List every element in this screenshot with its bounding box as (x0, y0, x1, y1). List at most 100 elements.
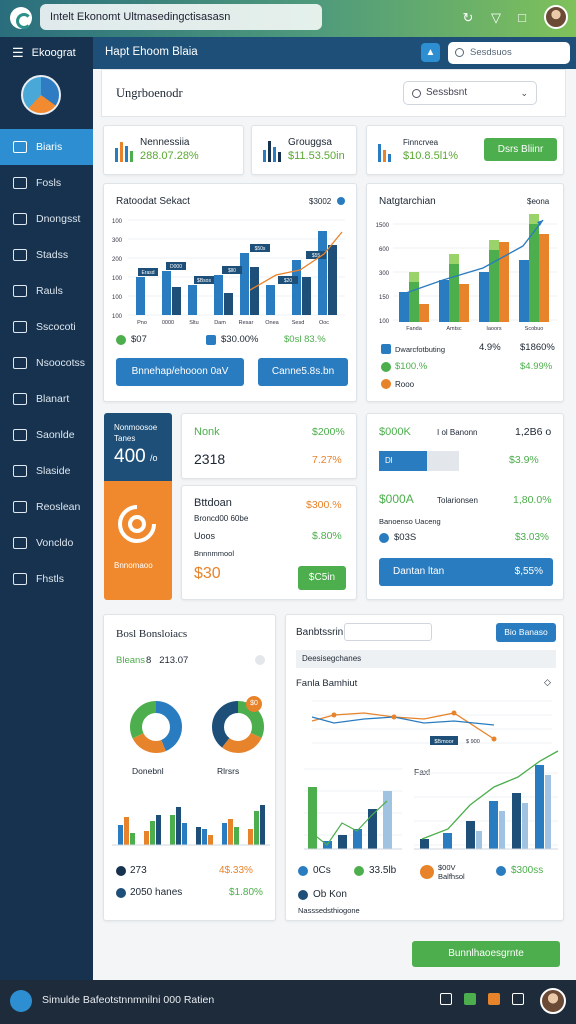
sidebar-item-label: Saonlde (36, 429, 75, 441)
mini-bar-chart (112, 805, 270, 846)
refresh-icon[interactable]: ↻ (460, 10, 476, 26)
x-tick-label: Iaoors (486, 326, 502, 332)
app-logo-icon[interactable] (10, 7, 32, 29)
stat-dot-icon (354, 866, 364, 876)
summary-value: 1,2B6 o (515, 426, 552, 438)
analytics-search-input[interactable] (344, 623, 432, 641)
bar (224, 293, 233, 315)
analytics-section-title: Fanla Bamhiut (296, 678, 358, 689)
bar (420, 839, 429, 849)
revenue-primary-button[interactable]: Bnnehap/ehooon 0aV (116, 358, 244, 386)
promo-tile[interactable]: Nonmoosoe Tanes 400 /o Bnnomaoo (104, 413, 172, 600)
metric-row2-pct2: $.80% (312, 530, 342, 542)
x-tick-label: Amtsc (446, 326, 462, 332)
app-logo-icon[interactable] (10, 990, 32, 1012)
mini-bar (118, 825, 123, 845)
sidebar-item-8[interactable]: Saonlde (0, 417, 93, 453)
y-tick-label: 150 (379, 295, 390, 301)
home-icon[interactable] (440, 993, 452, 1005)
bar (512, 793, 521, 849)
bar (409, 282, 419, 322)
sidebar-item-2[interactable]: Dnongsst (0, 201, 93, 237)
bookmark-button[interactable]: ▲ (421, 43, 440, 62)
mini-bar (150, 821, 155, 845)
user-avatar[interactable] (540, 988, 566, 1014)
analytics-button[interactable]: Bio Banaso (496, 623, 556, 642)
sidebar-item-10[interactable]: Reoslean (0, 489, 93, 525)
revenue-stat-2: $30.00% (221, 334, 259, 345)
bar (466, 821, 475, 849)
nav-icon (13, 141, 27, 153)
settings-icon[interactable]: ◇ (544, 677, 551, 688)
sidebar-item-11[interactable]: Voncldo (0, 525, 93, 561)
y-tick-label: 300 (112, 238, 123, 244)
sidebar-title: Ekoograt (31, 47, 76, 59)
sidebar-item-4[interactable]: Rauls (0, 273, 93, 309)
data-label: Erasd (141, 270, 154, 276)
distribution-stat-2: 2050 hanes (130, 887, 183, 898)
collapse-icon[interactable] (255, 655, 265, 665)
x-tick-label: Pno (137, 320, 147, 324)
window-icon[interactable] (512, 993, 524, 1005)
revenue-secondary-button[interactable]: Canne5.8s.bn (258, 358, 348, 386)
menu-icon[interactable]: ☰ (12, 45, 24, 61)
kpi-action-button[interactable]: Dsrs Bliinr (484, 138, 557, 161)
data-label: $ll0 (228, 268, 236, 274)
sidebar-item-3[interactable]: Stadss (0, 237, 93, 273)
data-label: $50s (255, 246, 266, 252)
app-orange-icon[interactable] (488, 993, 500, 1005)
kpi-card-1[interactable]: Nennessiia 288.07.28% (103, 125, 244, 175)
bottom-action-button[interactable]: Bunnlhaoesgrnte (412, 941, 560, 967)
summary-action-button[interactable]: Dantan ltan $,55% (379, 558, 553, 586)
page-search-select[interactable]: Sessbsnt ⌄ (403, 81, 537, 105)
sidebar-item-7[interactable]: Blanart (0, 381, 93, 417)
sidebar-item-6[interactable]: Nsoocotss (0, 345, 93, 381)
taskbar: Simulde Bafeotstnnmnilni 000 Ratien (0, 980, 576, 1024)
distribution-title: Bosl Bonsloiacs (116, 628, 188, 640)
kpi-card-2[interactable]: Grouggsa $11.53.50in (251, 125, 357, 175)
metric-row-card-1[interactable]: Nonk $200% 2318 7.27% (181, 413, 357, 479)
revenue-stat-1: $07 (131, 334, 147, 345)
analytics-filter-bar[interactable]: Deesisegchanes (296, 650, 556, 668)
donut-1-label: Donebnl (132, 766, 164, 776)
app-green-icon[interactable] (464, 993, 476, 1005)
x-tick-label: Dam (214, 320, 226, 324)
metric-row2-sub: Broncd00 60be (194, 514, 249, 523)
bar (519, 260, 529, 322)
shield-icon[interactable]: ▽ (488, 10, 504, 26)
info-icon[interactable] (337, 197, 345, 205)
user-avatar[interactable] (544, 5, 568, 29)
address-bar[interactable]: Intelt Ekonomt Ultmasedingctisasasn (40, 4, 322, 30)
promo-bottom: Bnnomaoo (104, 481, 172, 600)
sidebar-header: ☰ Ekoograt (0, 37, 93, 69)
kpi-card-3[interactable]: Finncrvea $10.8.5l1% Dsrs Bliinr (366, 125, 564, 175)
y-tick-label: 100 (112, 314, 123, 320)
sidebar-item-1[interactable]: Fosls (0, 165, 93, 201)
metric-row-card-2[interactable]: Bttdoan $300.% Broncd00 60be Uoos $.80% … (181, 485, 357, 600)
nav-icon (13, 465, 27, 477)
mini-bar (254, 811, 259, 845)
line-series-1 (311, 712, 495, 740)
legend-dot-icon (381, 379, 391, 389)
bar (250, 267, 259, 315)
sidebar-item-5[interactable]: Sscocoti (0, 309, 93, 345)
revenue-card-title: Ratoodat Sekact (116, 196, 190, 207)
sidebar-item-label: Voncldo (36, 537, 74, 549)
revenue-chart-card: Ratoodat Sekact $3002 100 300 200 100 100 100… (103, 183, 357, 402)
kpi-value: 288.07.28% (140, 150, 199, 162)
bar (539, 234, 549, 322)
sidebar-item-9[interactable]: Slaside (0, 453, 93, 489)
nav-icon (13, 213, 27, 225)
nav-icon (13, 501, 27, 513)
data-label: $Bsos (197, 278, 211, 284)
sidebar-item-0[interactable]: Biaris (0, 129, 93, 165)
notification-icon[interactable]: □ (514, 10, 530, 26)
metric-row2-button[interactable]: $C5in (298, 566, 346, 590)
bar (383, 791, 392, 849)
sidebar-item-12[interactable]: Fhstls (0, 561, 93, 597)
sidebar-item-label: Sscocoti (36, 321, 76, 333)
x-tick-label: Sesd (292, 320, 305, 324)
nav-icon (13, 285, 27, 297)
header-search-input[interactable]: Sesdsuos (448, 42, 570, 64)
mini-bar (222, 823, 227, 845)
